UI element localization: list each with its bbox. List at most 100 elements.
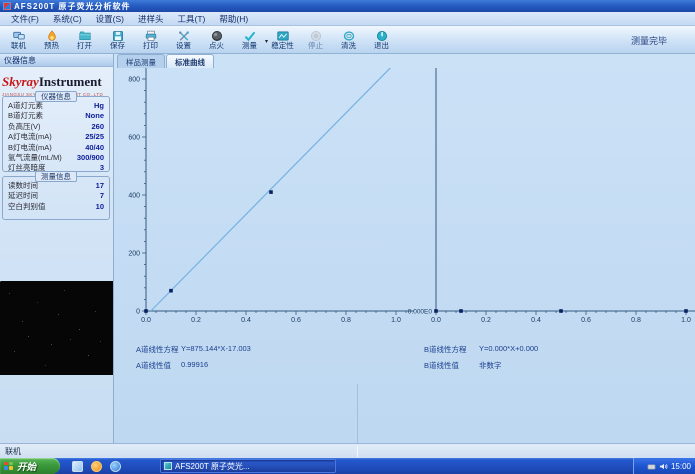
task-button-label: AFS200T 原子荧光... [175,461,250,471]
clean-button[interactable]: 清洗 [332,26,365,53]
start-label: 开始 [17,462,37,473]
save-button[interactable]: 保存 [101,26,134,53]
clean-label: 清洗 [341,41,356,50]
measure-status-text: 测量完毕 [630,36,667,46]
menu-bar: 文件(F) 系统(C) 设置(S) 进样头 工具(T) 帮助(H) [0,12,695,26]
x-tick-label: 0.0 [141,317,151,324]
info-group-1: 测量信息 读数时间 17 延迟时间 7 空白判别值 10 [2,171,110,220]
info-value: Hg [94,101,104,110]
open-label: 打开 [77,41,92,50]
y-tick-label: 400 [128,193,140,200]
info-group-0: 仪器信息 A道灯元素 Hg B道灯元素 None 负高压(V) 260 A灯电流(mA) 25/… [2,91,110,173]
info-label: 延迟时间 [8,191,38,201]
menu-item-5[interactable]: 帮助(H) [212,13,255,25]
connect-label: 联机 [11,41,26,50]
logo-brand2: Instrument [38,74,102,89]
statusbar-divider [357,446,358,457]
x-tick-label: 0.8 [631,317,641,324]
measure-button[interactable]: 测量 ▾ [233,26,268,53]
menu-item-2[interactable]: 设置(S) [89,13,131,25]
stability-button[interactable]: 稳定性 [266,26,299,53]
menu-item-4[interactable]: 工具(T) [171,13,213,25]
windows-flag-icon [4,461,14,471]
x-tick-label: 0.6 [581,317,591,324]
info-label: B灯电流(mA) [8,142,52,152]
info-row: A灯电流(mA) 25/25 [3,132,109,142]
save-label: 保存 [110,41,125,50]
info-value: 25/25 [85,132,104,142]
chart-B-data-point [559,309,563,313]
chart-A-linearity-label: A道线性值 [136,361,172,370]
quick-launch-bar [72,460,121,472]
x-tick-label: 1.0 [681,317,691,324]
chart-A-data-point [269,190,273,194]
desktop-icon[interactable] [72,460,83,472]
info-value: 3 [99,163,104,173]
open-button[interactable]: 打开 [68,26,101,53]
app-window: AFS200T 原子荧光分析软件 文件(F) 系统(C) 设置(S) 进样头 工具(T)… [0,0,695,474]
title-bar[interactable]: AFS200T 原子荧光分析软件 [0,0,695,12]
info-value: None [85,111,104,121]
tab-standard-curve[interactable]: 标准曲线 [166,54,214,68]
app-icon [3,2,11,10]
volume-icon[interactable] [659,462,668,471]
origin-label: 0.000E0 [408,309,433,316]
sidebar: 仪器信息 SkyrayInstrument JIANGSU SKYRAY INS… [0,54,114,443]
info-label: A道灯元素 [8,101,44,110]
chart-B-equation-value: Y=0.000*X+0.000 [479,344,539,353]
logo-brand: Skyray [2,74,39,89]
print-button[interactable]: 打印 [134,26,167,53]
chart-A-equation-value: Y=875.144*X-17.003 [181,344,251,353]
preheat-button[interactable]: 预热 [35,26,68,53]
settings-button[interactable]: 设置 [167,26,200,53]
info-label: 负高压(V) [8,121,41,131]
x-tick-label: 0.4 [241,317,251,324]
info-label: 氩气流量(mL/M) [8,153,62,163]
status-text: 联机 [5,447,21,456]
main-area: 样品测量 标准曲线 0.0 0.2 0.4 0.6 0.8 1.0 0 200 400 600 800… [114,54,695,443]
window-title: AFS200T 原子荧光分析软件 [14,1,131,11]
settings-label: 设置 [176,41,191,50]
info-label: A灯电流(mA) [8,132,52,142]
device-icon[interactable] [647,462,656,471]
ignite-button[interactable]: 点火 [200,26,233,53]
x-tick-label: 0.6 [291,317,301,324]
exit-button[interactable]: 退出 [365,26,398,53]
camera-view [0,281,113,375]
info-row: A道灯元素 Hg [3,101,109,111]
info-value: 17 [95,181,104,190]
x-tick-label: 0.0 [431,317,441,324]
chart-A-fit-line [150,68,392,312]
chart-B-equation-label: B道线性方程 [424,345,467,354]
chart-B-data-point [459,309,463,313]
info-row: 负高压(V) 260 [3,122,109,132]
app-task-icon [164,462,172,470]
y-tick-label: 200 [128,251,140,258]
group-title-0: 仪器信息 [35,91,77,102]
info-value: 260 [91,121,104,131]
info-value: 10 [95,201,104,211]
ignite-label: 点火 [209,41,224,50]
menu-item-1[interactable]: 系统(C) [46,13,89,25]
y-tick-label: 800 [128,77,140,84]
menu-item-0[interactable]: 文件(F) [4,13,46,25]
info-value: 40/40 [85,142,104,152]
clock[interactable]: 15:00 [671,462,691,471]
chart-A-equation-label: A道线性方程 [136,345,179,354]
start-button[interactable]: 开始 [0,458,60,474]
info-row: 延迟时间 7 [3,191,109,201]
info-row: 氩气流量(mL/M) 300/900 [3,153,109,163]
tab-sample-measure[interactable]: 样品测量 [117,54,165,68]
system-tray: 15:00 [633,458,695,474]
chart-A-data-point [169,288,173,293]
browser-icon[interactable] [110,460,121,472]
messenger-icon[interactable] [91,460,102,472]
panel-divider [357,384,358,443]
connect-button[interactable]: 联机 [2,26,35,53]
info-row: 空白判别值 10 [3,202,109,212]
menu-item-3[interactable]: 进样头 [131,13,171,25]
info-value: 7 [99,191,104,201]
taskbar-app-button[interactable]: AFS200T 原子荧光... [160,459,336,473]
taskbar: 开始 AFS200T 原子荧光... 15:00 [0,458,695,474]
exit-label: 退出 [374,41,389,50]
